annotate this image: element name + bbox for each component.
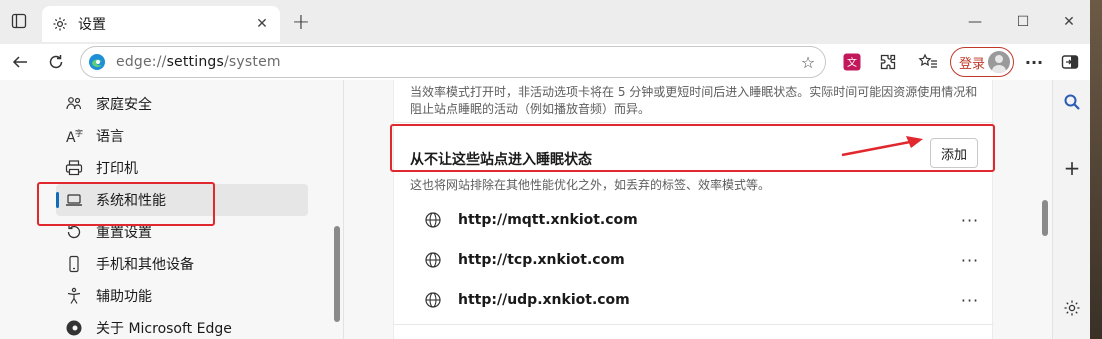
tab-title: 设置 xyxy=(78,17,106,33)
family-icon xyxy=(64,94,84,114)
site-url: http://tcp.xnkiot.com xyxy=(458,252,625,268)
close-tab-icon[interactable]: ✕ xyxy=(254,16,270,32)
sidebar-item-label: 手机和其他设备 xyxy=(96,257,194,273)
site-url: http://mqtt.xnkiot.com xyxy=(458,212,638,228)
sidebar-item-language[interactable]: A字 语言 xyxy=(56,120,308,152)
sidebar-item-about[interactable]: 关于 Microsoft Edge xyxy=(56,312,308,339)
sidebar-item-label: 家庭安全 xyxy=(96,97,152,113)
address-bar[interactable]: edge://settings/system ☆ xyxy=(80,46,826,78)
efficiency-description: 当效率模式打开时，非活动选项卡将在 5 分钟或更短时间后进入睡眠状态。实际时间可… xyxy=(410,85,978,116)
avatar xyxy=(988,51,1010,73)
add-icon[interactable]: + xyxy=(1062,156,1082,180)
edge-side-panel: + xyxy=(1052,80,1090,339)
globe-icon xyxy=(424,251,442,269)
svg-text:字: 字 xyxy=(75,128,83,138)
sidebar-scrollbar[interactable] xyxy=(334,226,340,322)
more-options-icon[interactable]: ··· xyxy=(960,290,980,310)
login-button[interactable]: 登录 xyxy=(950,47,1014,77)
language-icon: A字 xyxy=(64,126,84,146)
globe-icon xyxy=(424,211,442,229)
more-options-icon[interactable]: ··· xyxy=(960,250,980,270)
content-area: 家庭安全 A字 语言 打印机 系统和性能 重置设置 手机和其他设备 辅助功能 关… xyxy=(0,80,1090,339)
settings-gear-icon[interactable] xyxy=(1062,298,1082,318)
sidebar-item-phone[interactable]: 手机和其他设备 xyxy=(56,248,308,280)
svg-text:文: 文 xyxy=(847,56,857,69)
search-icon[interactable] xyxy=(1062,92,1082,112)
sidebar-item-label: 打印机 xyxy=(96,161,138,177)
tab-bar: 设置 ✕ + — ☐ ✕ xyxy=(0,0,1090,44)
address-text: edge://settings/system xyxy=(116,54,281,70)
maximize-button[interactable]: ☐ xyxy=(1000,8,1046,36)
sidebar-item-accessibility[interactable]: 辅助功能 xyxy=(56,280,308,312)
translate-extension-icon[interactable]: 文 xyxy=(840,50,864,74)
gear-icon xyxy=(52,16,68,32)
annotation-arrow-icon xyxy=(841,136,923,157)
sidebar-toggle-icon[interactable] xyxy=(1058,50,1082,74)
site-row: http://mqtt.xnkiot.com ··· xyxy=(394,200,994,240)
sleeping-tabs-card: 当效率模式打开时，非活动选项卡将在 5 分钟或更短时间后进入睡眠状态。实际时间可… xyxy=(393,80,994,339)
refresh-icon[interactable] xyxy=(42,48,70,76)
divider xyxy=(394,122,994,123)
highlight-box-sidebar xyxy=(37,182,215,226)
browser-window: 设置 ✕ + — ☐ ✕ edge://settings/system ☆ 文 xyxy=(0,0,1090,339)
accessibility-icon xyxy=(64,286,84,306)
main-scrollbar[interactable] xyxy=(1042,200,1048,236)
never-sleep-description: 这也将网站排除在其他性能优化之外，如丢弃的标签、效率模式等。 xyxy=(410,178,771,192)
globe-icon xyxy=(424,291,442,309)
printer-icon xyxy=(64,158,84,178)
site-row: http://udp.xnkiot.com ··· xyxy=(394,280,994,320)
site-row: http://tcp.xnkiot.com ··· xyxy=(394,240,994,280)
tab-actions-icon[interactable] xyxy=(8,10,30,32)
sidebar-item-label: 辅助功能 xyxy=(96,289,152,305)
sidebar-item-label: 语言 xyxy=(96,129,124,145)
sidebar-item-label: 关于 Microsoft Edge xyxy=(96,321,232,337)
desktop-background xyxy=(1090,0,1102,339)
more-menu-icon[interactable]: ··· xyxy=(1022,50,1046,74)
divider xyxy=(394,324,994,325)
close-window-button[interactable]: ✕ xyxy=(1046,8,1090,36)
login-label: 登录 xyxy=(959,56,986,72)
settings-main: 当效率模式打开时，非活动选项卡将在 5 分钟或更短时间后进入睡眠状态。实际时间可… xyxy=(345,80,1048,339)
settings-sidebar: 家庭安全 A字 语言 打印机 系统和性能 重置设置 手机和其他设备 辅助功能 关… xyxy=(0,80,344,339)
favorite-star-icon[interactable]: ☆ xyxy=(799,53,817,72)
phone-icon xyxy=(64,254,84,274)
minimize-button[interactable]: — xyxy=(952,8,998,36)
more-options-icon[interactable]: ··· xyxy=(960,210,980,230)
address-toolbar: edge://settings/system ☆ 文 登录 ··· xyxy=(0,44,1090,80)
new-tab-button[interactable]: + xyxy=(290,10,312,35)
extensions-puzzle-icon[interactable] xyxy=(876,50,900,74)
edge-icon xyxy=(64,318,84,338)
sidebar-item-family[interactable]: 家庭安全 xyxy=(56,88,308,120)
back-arrow-icon[interactable] xyxy=(6,48,34,76)
site-url: http://udp.xnkiot.com xyxy=(458,292,630,308)
favorites-list-icon[interactable] xyxy=(916,50,940,74)
edge-logo-icon xyxy=(89,54,105,70)
sidebar-item-printer[interactable]: 打印机 xyxy=(56,152,308,184)
tab-settings[interactable]: 设置 ✕ xyxy=(42,6,280,42)
